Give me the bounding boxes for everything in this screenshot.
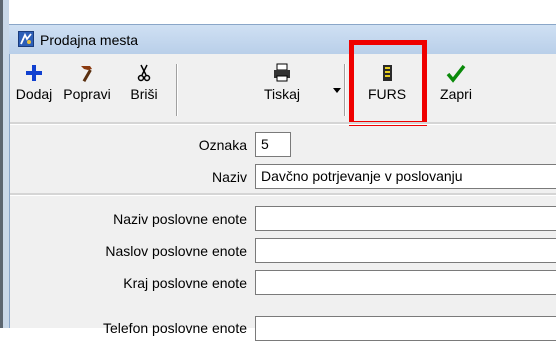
oznaka-field[interactable]: 5 — [255, 132, 291, 157]
edit-button[interactable]: Popravi — [56, 62, 118, 120]
toolbar-separator — [344, 64, 346, 116]
unit-phone-label: Telefon poslovne enote — [103, 320, 247, 336]
unit-name-label: Naziv poslovne enote — [113, 211, 247, 227]
checkmark-icon — [446, 64, 466, 83]
unit-phone-field[interactable] — [255, 316, 556, 341]
unit-name-field[interactable] — [255, 206, 556, 231]
delete-button[interactable]: Briši — [122, 62, 166, 120]
hammer-icon — [81, 66, 92, 83]
app-icon — [18, 31, 34, 47]
unit-address-label: Naslov poslovne enote — [105, 243, 247, 259]
unit-address-field[interactable] — [255, 238, 556, 263]
window-title: Prodajna mesta — [40, 32, 139, 48]
naziv-field[interactable]: Davčno potrjevanje v poslovanju — [255, 164, 556, 189]
close-button[interactable]: Zapri — [434, 62, 478, 120]
title-bar[interactable]: Prodajna mesta — [9, 24, 556, 54]
printer-icon — [274, 63, 290, 82]
main-window: Dodaj Popravi Briši Tiskaj FURS Zapri Oz… — [9, 40, 556, 341]
section-divider — [10, 193, 556, 196]
toolbar-separator — [176, 64, 178, 116]
delete-button-label: Briši — [130, 86, 158, 102]
unit-city-field[interactable] — [255, 270, 556, 295]
edit-button-label: Popravi — [63, 86, 111, 102]
print-button-label: Tiskaj — [263, 86, 301, 102]
print-dropdown-arrow[interactable] — [333, 88, 341, 93]
plus-icon — [26, 65, 42, 81]
unit-city-label: Kraj poslovne enote — [123, 275, 247, 291]
toolbar: Dodaj Popravi Briši Tiskaj FURS Zapri — [10, 40, 556, 126]
oznaka-label: Oznaka — [198, 137, 247, 153]
toolbar-divider — [10, 122, 556, 125]
naziv-label: Naziv — [211, 169, 247, 185]
scissors-icon — [137, 64, 151, 82]
print-button[interactable]: Tiskaj — [256, 62, 308, 120]
add-button-label: Dodaj — [15, 86, 53, 102]
add-button[interactable]: Dodaj — [14, 62, 54, 120]
close-button-label: Zapri — [440, 86, 472, 102]
highlight-box — [349, 40, 427, 126]
